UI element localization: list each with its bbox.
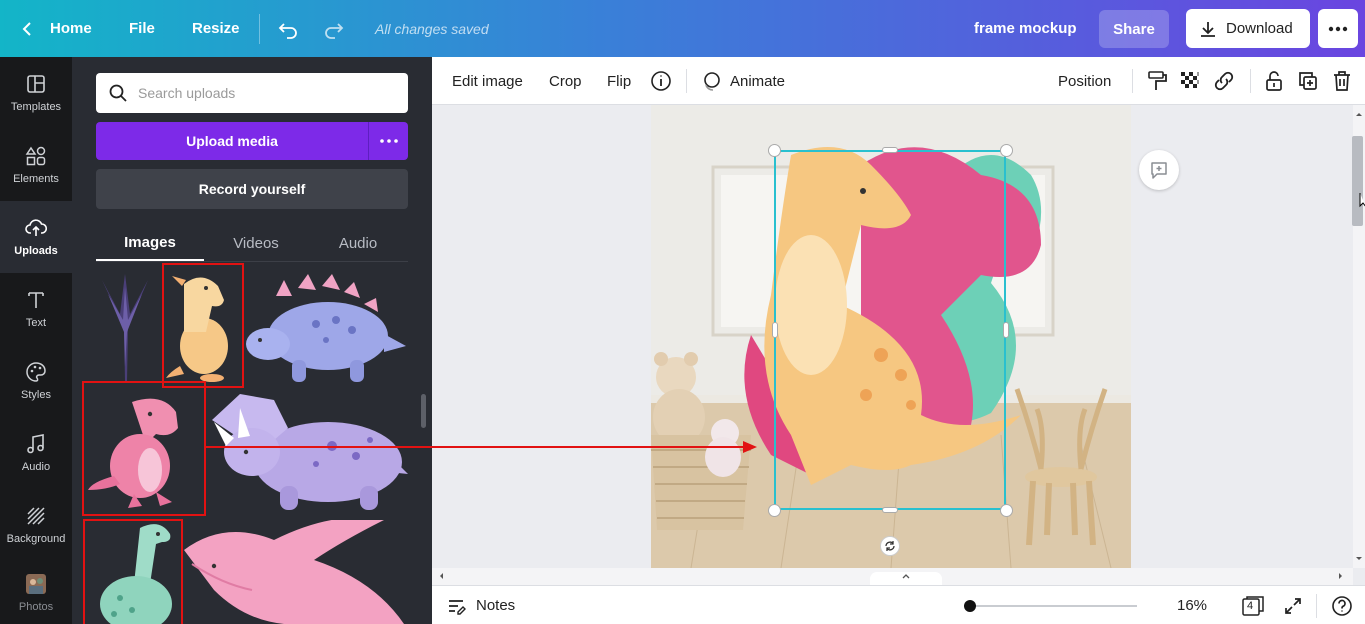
bottom-bar: Notes 16% 4	[432, 585, 1365, 624]
chevron-right-icon	[1339, 573, 1342, 579]
page-count-button[interactable]: 4	[1242, 596, 1264, 616]
mouse-cursor	[1359, 193, 1365, 208]
chevron-left-icon	[440, 573, 443, 579]
notes-button[interactable]: Notes	[446, 586, 515, 624]
annotation-arrow	[205, 441, 757, 453]
help-icon[interactable]	[1331, 595, 1353, 617]
chevron-down-icon	[1356, 557, 1362, 560]
notes-label: Notes	[476, 597, 516, 614]
expand-pages-button[interactable]	[870, 572, 942, 586]
page-count: 4	[1247, 600, 1254, 612]
zoom-slider[interactable]	[965, 605, 1137, 607]
divider	[1316, 594, 1317, 618]
zoom-level[interactable]: 16%	[1177, 586, 1207, 624]
vertical-scroll-thumb[interactable]	[1352, 136, 1363, 226]
notes-icon	[449, 599, 466, 615]
horizontal-scrollbar[interactable]	[432, 568, 1353, 586]
chevron-up-icon	[902, 574, 910, 579]
canva-editor: Home File Resize All changes saved frame…	[0, 0, 1365, 624]
chevron-up-icon	[1356, 113, 1362, 116]
zoom-slider-handle[interactable]	[964, 600, 976, 612]
fullscreen-icon[interactable]	[1283, 596, 1303, 616]
